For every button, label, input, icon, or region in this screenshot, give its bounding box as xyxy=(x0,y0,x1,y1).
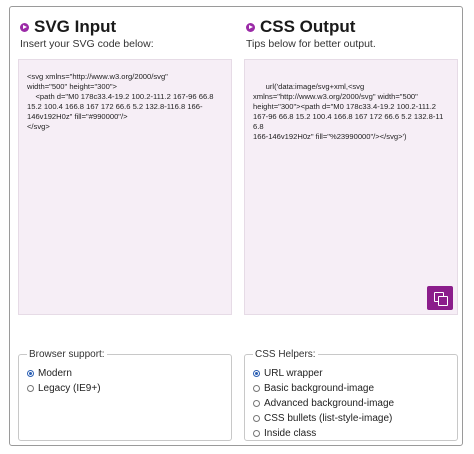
app-window: SVG Input Insert your SVG code below: <s… xyxy=(9,6,463,446)
browser-support-legend: Browser support: xyxy=(29,349,105,360)
helper-option-advanced-bg[interactable]: Advanced background-image xyxy=(253,396,449,411)
option-label: URL wrapper xyxy=(264,368,323,379)
helper-option-css-bullets[interactable]: CSS bullets (list-style-image) xyxy=(253,411,449,426)
css-output-title: CSS Output xyxy=(260,17,356,36)
radio-url-wrapper[interactable] xyxy=(253,370,260,377)
option-label: Modern xyxy=(38,368,72,379)
css-output-header: CSS Output xyxy=(246,17,355,37)
copy-icon xyxy=(433,291,448,306)
helper-option-basic-bg[interactable]: Basic background-image xyxy=(253,381,449,396)
browser-option-modern[interactable]: Modern xyxy=(27,366,223,381)
svg-input-title: SVG Input xyxy=(34,17,117,36)
svg-input-subtitle: Insert your SVG code below: xyxy=(20,38,154,50)
radio-css-bullets[interactable] xyxy=(253,415,260,422)
css-output-panel: CSS Output Tips below for better output.… xyxy=(244,7,459,445)
option-label: Advanced background-image xyxy=(264,398,395,409)
copy-button[interactable] xyxy=(427,286,453,310)
css-output-code: url('data:image/svg+xml,<svg xmlns="http… xyxy=(253,82,444,141)
option-label: Basic background-image xyxy=(264,383,375,394)
radio-basic-bg[interactable] xyxy=(253,385,260,392)
css-output-textarea[interactable]: url('data:image/svg+xml,<svg xmlns="http… xyxy=(244,59,458,315)
browser-support-group: Browser support: Modern Legacy (IE9+) xyxy=(18,349,232,441)
helper-option-url-wrapper[interactable]: URL wrapper xyxy=(253,366,449,381)
css-output-subtitle: Tips below for better output. xyxy=(246,38,376,50)
radio-inside-class[interactable] xyxy=(253,430,260,437)
css-helpers-group: CSS Helpers: URL wrapper Basic backgroun… xyxy=(244,349,458,441)
radio-modern[interactable] xyxy=(27,370,34,377)
option-label: CSS bullets (list-style-image) xyxy=(264,413,393,424)
svg-input-header: SVG Input xyxy=(20,17,116,37)
svg-input-panel: SVG Input Insert your SVG code below: <s… xyxy=(18,7,233,445)
play-bullet-icon xyxy=(20,22,29,32)
option-label: Inside class xyxy=(264,428,317,439)
helper-option-inside-class[interactable]: Inside class xyxy=(253,426,449,441)
play-bullet-icon xyxy=(246,22,255,32)
radio-advanced-bg[interactable] xyxy=(253,400,260,407)
option-label: Legacy (IE9+) xyxy=(38,383,101,394)
css-helpers-legend: CSS Helpers: xyxy=(255,349,316,360)
browser-option-legacy[interactable]: Legacy (IE9+) xyxy=(27,381,223,396)
svg-input-textarea[interactable]: <svg xmlns="http://www.w3.org/2000/svg" … xyxy=(18,59,232,315)
radio-legacy[interactable] xyxy=(27,385,34,392)
